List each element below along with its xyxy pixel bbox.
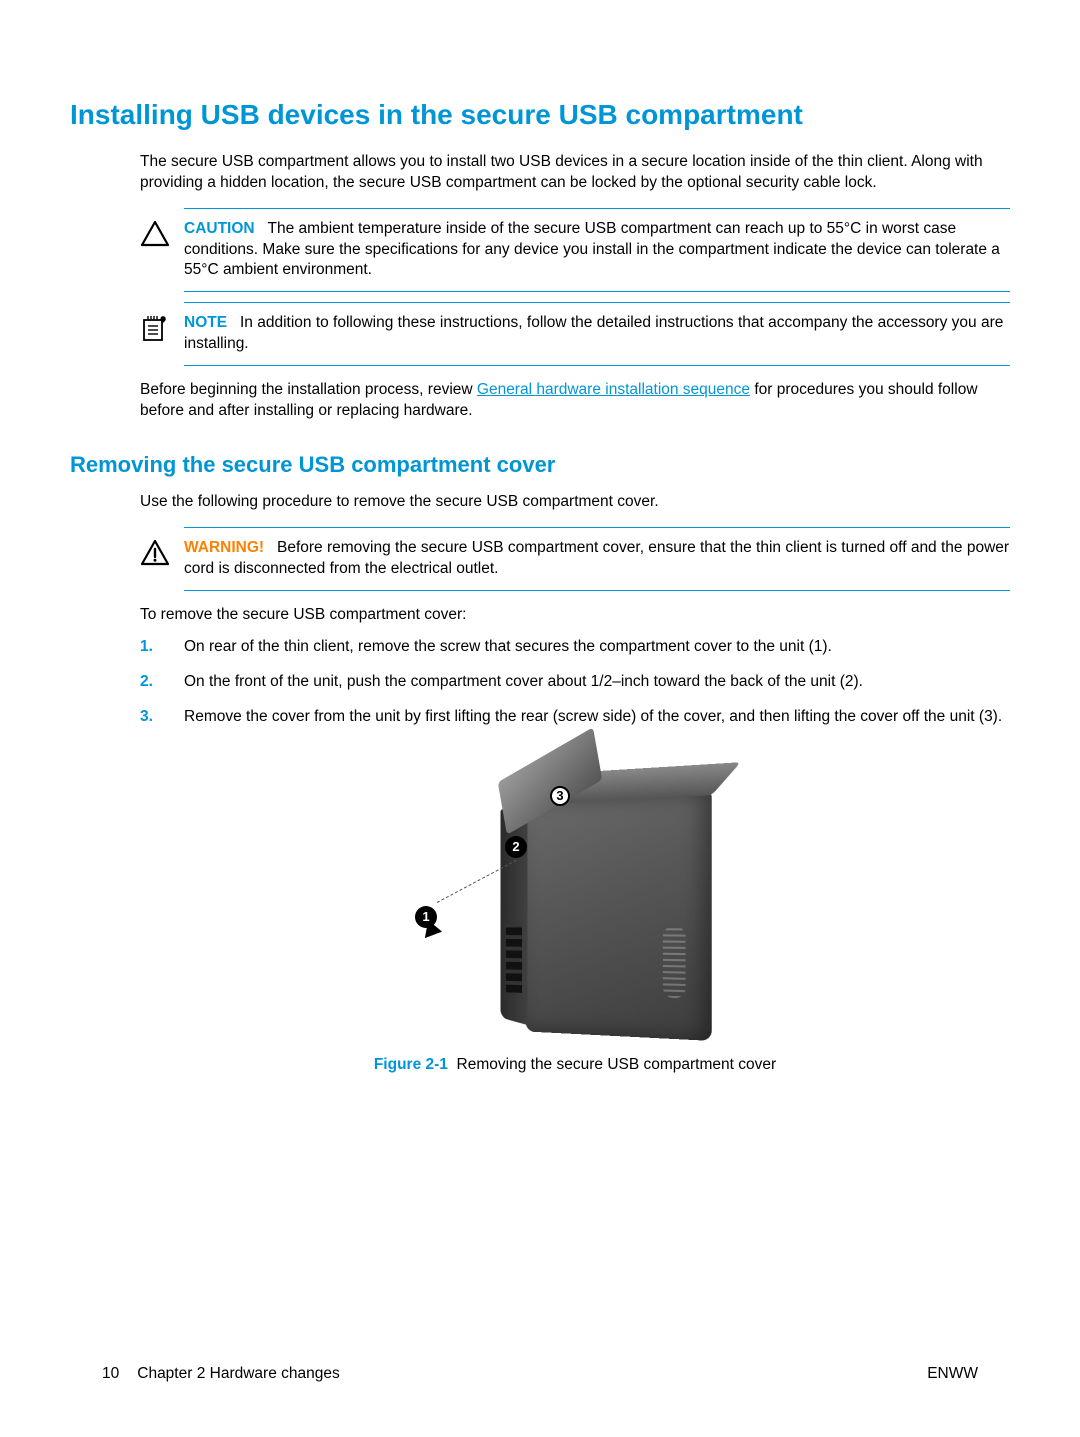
step-text: On rear of the thin client, remove the s…: [184, 637, 1010, 658]
warning-admonition: WARNING! Before removing the secure USB …: [140, 527, 1010, 591]
step-number: 3.: [140, 707, 184, 728]
procedure-steps: 1. On rear of the thin client, remove th…: [140, 637, 1010, 728]
caution-icon: [140, 220, 170, 248]
page-title: Installing USB devices in the secure USB…: [70, 96, 1010, 134]
footer-chapter: Chapter 2 Hardware changes: [137, 1365, 339, 1382]
step-item: 1. On rear of the thin client, remove th…: [140, 637, 1010, 658]
note-admonition: NOTE In addition to following these inst…: [140, 302, 1010, 366]
step-text: Remove the cover from the unit by first …: [184, 707, 1010, 728]
figure-illustration: 1 2 3 Figure 2-1 Removing the secure USB…: [140, 756, 1010, 1076]
step-text: On the front of the unit, push the compa…: [184, 672, 1010, 693]
caution-text: The ambient temperature inside of the se…: [184, 220, 1000, 279]
footer-page-number: 10: [102, 1365, 119, 1382]
section-subheading: Removing the secure USB compartment cove…: [70, 450, 1010, 480]
note-icon: [140, 314, 170, 344]
warning-text: Before removing the secure USB compartme…: [184, 539, 1009, 577]
intro-paragraph: The secure USB compartment allows you to…: [140, 152, 1010, 194]
step-number: 1.: [140, 637, 184, 658]
before-begin-paragraph: Before beginning the installation proces…: [140, 380, 1010, 422]
footer-code: ENWW: [927, 1364, 978, 1385]
step-item: 2. On the front of the unit, push the co…: [140, 672, 1010, 693]
sub-intro: Use the following procedure to remove th…: [140, 492, 1010, 513]
to-remove-text: To remove the secure USB compartment cov…: [140, 605, 1010, 626]
note-text: In addition to following these instructi…: [184, 314, 1003, 352]
figure-caption: Figure 2-1 Removing the secure USB compa…: [140, 1055, 1010, 1076]
caution-label: CAUTION: [184, 220, 255, 237]
hw-install-sequence-link[interactable]: General hardware installation sequence: [477, 381, 750, 398]
caution-admonition: CAUTION The ambient temperature inside o…: [140, 208, 1010, 293]
before-begin-pre: Before beginning the installation proces…: [140, 381, 477, 398]
note-label: NOTE: [184, 314, 227, 331]
step-number: 2.: [140, 672, 184, 693]
warning-label: WARNING!: [184, 539, 264, 556]
step-item: 3. Remove the cover from the unit by fir…: [140, 707, 1010, 728]
page-footer: 10 Chapter 2 Hardware changes ENWW: [102, 1364, 978, 1385]
figure-caption-text: Removing the secure USB compartment cove…: [457, 1056, 777, 1073]
warning-icon: [140, 539, 170, 567]
figure-label: Figure 2-1: [374, 1056, 448, 1073]
